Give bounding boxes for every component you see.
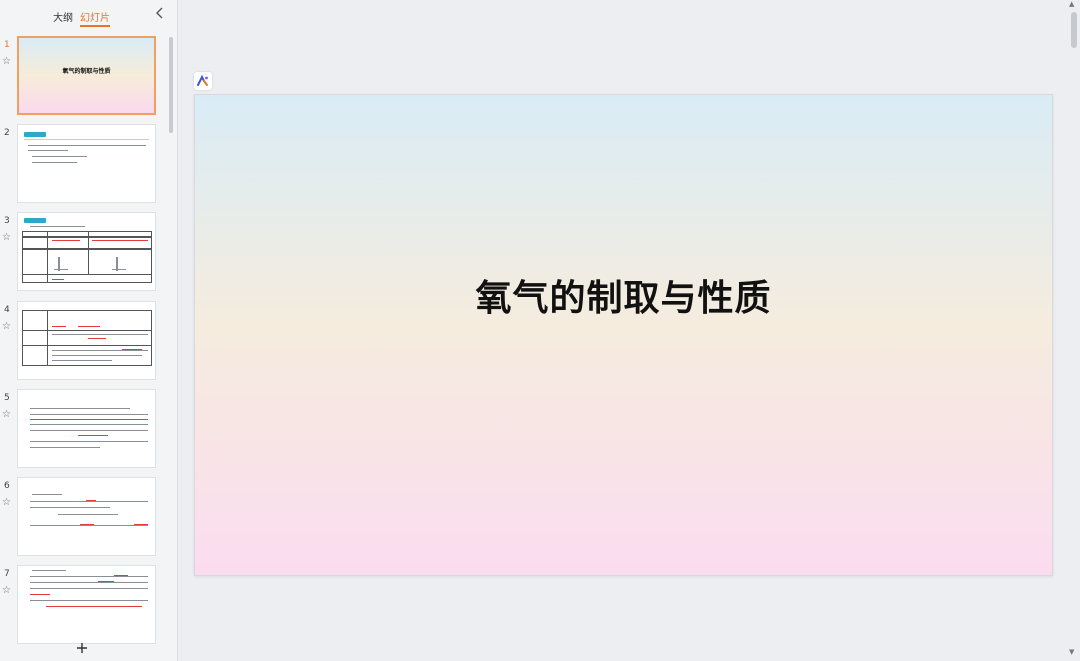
slide-number: 1 [4,40,10,50]
thumbnail-text-line [52,355,142,357]
slide-thumbnail-7[interactable] [17,565,156,644]
thumbnail-text-line [52,334,148,336]
thumbnail-divider [24,139,149,141]
thumbnail-red-line [30,419,148,421]
thumbnail-red-line [52,240,80,242]
thumbnail-tag [24,218,46,223]
thumbnail-text-line [30,447,100,449]
slide-thumbnail-row: 7 ☆ [0,565,178,645]
star-icon[interactable]: ☆ [2,321,11,332]
slide-thumbnail-row: 1 ☆ 氧气的制取与性质 [0,36,178,116]
thumbnail-red-line [78,326,100,328]
tab-slides[interactable]: 幻灯片 [80,9,110,27]
editor-scrollbar[interactable] [1071,12,1077,48]
thumbnail-text-line [32,494,62,496]
slide-number: 2 [4,128,10,138]
slide-number: 5 [4,393,10,403]
slide-number: 7 [4,569,10,579]
thumbnail-text-line [28,145,146,147]
thumbnail-text-line [30,441,148,443]
thumbnail-tag [24,132,46,137]
slide-thumbnail-5[interactable] [17,389,156,468]
slide-thumbnail-row: 2 [0,124,178,204]
star-icon[interactable]: ☆ [2,497,11,508]
slide-canvas[interactable]: 氧气的制取与性质 [194,94,1053,576]
thumbnail-red-line [122,349,142,351]
sidebar-tabs: 大纲 幻灯片 [0,6,178,28]
tab-outline[interactable]: 大纲 [53,9,73,24]
thumbnail-red-line [78,435,108,437]
thumbnail-text-line [58,514,118,516]
thumbnail-red-line [80,524,94,526]
slide-sidebar: 大纲 幻灯片 1 ☆ 氧气的制取与性质 2 3 ☆ 4 ☆ 5 ☆ 6 ☆ 7 … [0,0,178,661]
thumbnail-red-line [134,524,148,526]
slide-thumbnail-2[interactable] [17,124,156,203]
thumbnail-text-line [30,424,148,426]
thumbnail-text-line [30,507,110,509]
slide-thumbnail-6[interactable] [17,477,156,556]
scroll-up-arrow[interactable]: ▲ [1069,0,1074,8]
thumbnail-text-line [30,576,148,578]
star-icon[interactable]: ☆ [2,585,11,596]
slide-thumbnail-row: 3 ☆ [0,212,178,292]
thumbnail-red-line [114,575,128,577]
star-icon[interactable]: ☆ [2,56,11,67]
thumbnail-red-line [92,240,148,242]
thumbnail-apparatus [112,269,126,271]
chevron-left-icon[interactable] [154,7,166,21]
slide-thumbnail-row: 6 ☆ [0,477,178,557]
thumbnail-red-line [52,279,64,281]
thumbnail-red-line [88,338,106,340]
thumbnail-text-line [30,600,148,602]
thumbnail-text-line [30,588,148,590]
plus-icon [77,643,87,653]
thumbnail-red-line [30,594,50,596]
ai-assistant-icon[interactable] [194,72,212,90]
editor-area: 氧气的制取与性质 ▲ ▼ [178,0,1080,661]
thumbnail-text-line [30,408,130,410]
slide-thumbnail-4[interactable] [17,301,156,380]
thumbnail-table-col [22,231,48,283]
slide-number: 6 [4,481,10,491]
thumbnail-title: 氧气的制取与性质 [62,68,111,75]
thumbnail-text-line [32,162,77,164]
slide-title[interactable]: 氧气的制取与性质 [195,269,1052,321]
add-slide-button[interactable] [76,641,88,657]
thumbnail-text-line [28,150,68,152]
thumbnail-text-line [52,360,112,362]
scroll-down-arrow[interactable]: ▼ [1069,648,1074,656]
slide-thumbnail-3[interactable] [17,212,156,291]
slide-thumbnail-row: 5 ☆ [0,389,178,469]
thumbnail-table-row [22,330,152,346]
thumbnail-text-line [32,156,87,158]
thumbnail-red-line [46,606,142,608]
thumbnail-apparatus [54,269,68,271]
slide-thumbnail-row: 4 ☆ [0,301,178,381]
slide-thumbnail-1[interactable]: 氧气的制取与性质 [17,36,156,115]
thumbnail-text-line [30,430,148,432]
slide-number: 4 [4,305,10,315]
thumbnail-red-line [52,326,66,328]
star-icon[interactable]: ☆ [2,409,11,420]
thumbnail-text-line [30,226,85,228]
star-icon[interactable]: ☆ [2,232,11,243]
thumbnail-red-line [98,581,114,583]
thumbnail-red-line [86,500,96,502]
slide-number: 3 [4,216,10,226]
thumbnail-text-line [32,570,66,572]
thumbnail-text-line [30,414,148,416]
thumbnail-text-line [30,582,148,584]
